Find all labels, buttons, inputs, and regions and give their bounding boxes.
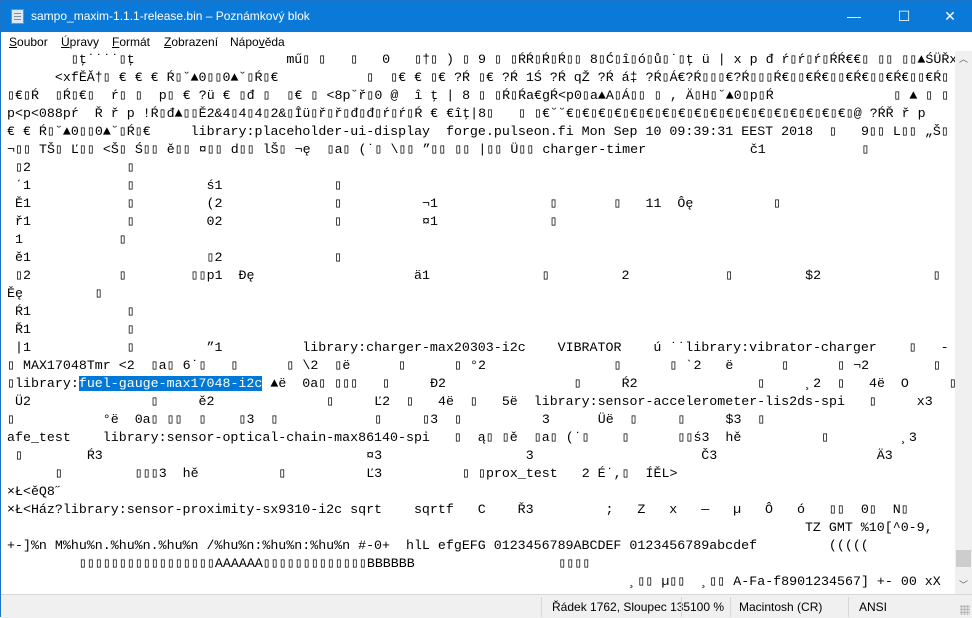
menu-napoveda[interactable]: Nápověda [230, 35, 285, 49]
text-line: ř1 ▯ 02 ▯ ¤1 ▯ [7, 214, 558, 229]
scroll-up-arrow-icon[interactable]: ︿ [955, 51, 972, 68]
cursor-position: Řádek 1762, Sloupec 135 [552, 600, 691, 614]
maximize-button[interactable]: ☐ [881, 1, 927, 32]
text-line: +-]%n M%hu%n.%hu%n.%hu%n /%hu%n:%hu%n:%h… [7, 538, 869, 553]
menu-format[interactable]: Formát [112, 35, 150, 49]
scroll-down-arrow-icon[interactable]: ﹀ [955, 577, 972, 594]
menu-label: ormát [119, 35, 151, 49]
text-line: ▯▯▯▯▯▯▯▯▯▯▯▯▯▯▯▯▯AAAAAA▯▯▯▯▯▯▯▯▯▯▯▯▯BBBB… [7, 556, 591, 571]
status-divider [681, 597, 682, 617]
status-divider [541, 597, 542, 617]
line-endings: Macintosh (CR) [739, 600, 823, 614]
vertical-scrollbar[interactable]: ︿ ﹀ [955, 51, 972, 594]
menu-accel: Ú [61, 35, 70, 49]
close-button[interactable]: ✕ [927, 1, 972, 32]
menu-label: obrazení [171, 35, 219, 49]
status-bar: Řádek 1762, Sloupec 135 100 % Macintosh … [1, 594, 972, 618]
text-line: ▯€▯Ŕ ▯Ŕ▯€▯ ŕ▯ ▯ p▯ € ?ü € ▯đ ▯ ▯€ ▯ <8p˘… [7, 88, 950, 103]
zoom-level: 100 % [690, 600, 725, 614]
menu-label: Nápo [230, 35, 259, 49]
text-line: p<p<088pŕ Ř ř p !Ŕ▯đ▲▯▯Ě2&4▯4▯4▯2&▯Îü▯ř▯… [7, 106, 955, 121]
text-line: ¬▯▯ TŠ▯ Ľ▯▯ <Š▯ Ś▯▯ ě▯▯ ¤▯▯ d▯▯ lŠ▯ ¬ę ▯… [7, 142, 870, 157]
notepad-icon [11, 9, 24, 24]
text-line: ¸▯▯ µ▯▯ ¸▯▯ A-Fa-f8901234567] +- 00 xX [7, 574, 941, 589]
text-line: ×Ł<ěQ8˝ [7, 484, 63, 499]
menu-label: oubor [17, 35, 48, 49]
status-divider [848, 597, 849, 617]
text-line-with-selection: ▯library:fuel-gauge-max17048-i2c ▲ë 0a▯ … [1, 375, 955, 393]
text-line: Ü2 ▯ ě2 ▯ Ľ2 ▯ 4ë ▯ 5ë library:sensor-ac… [7, 394, 933, 409]
minimize-button[interactable]: — [831, 1, 877, 32]
menu-label: ěda [264, 35, 285, 49]
menu-bar: Soubor Úpravy Formát Zobrazení Nápověda [1, 32, 972, 51]
text-line: TZ GMT %10[^0-9, [7, 520, 933, 535]
menu-soubor[interactable]: Soubor [9, 35, 48, 49]
text-line: ×Ł<Ház?library:sensor-proximity-sx9310-i… [7, 502, 909, 517]
text-line: ▯ Ŕ3 ¤3 3 Č3 Ä3 [7, 448, 893, 463]
text-line: Ěę ▯ [7, 286, 103, 301]
text-line: 1 ▯ [7, 232, 127, 247]
text-line: ▯2 ▯ ▯▯p1 Đę ä1 ▯ 2 ▯ $2 ▯ ▯▯h1 [7, 268, 955, 283]
status-divider [730, 597, 731, 617]
text-line: ě1 ▯2 ▯ [7, 250, 343, 265]
text-line: Ě1 ▯ (2 ▯ ¬1 ▯ ▯ 11 Ôę ▯ [7, 196, 782, 211]
resize-grip-icon[interactable] [960, 605, 970, 615]
encoding: ANSI [859, 600, 888, 614]
text-line: Ř1 ▯ [7, 322, 135, 337]
text-line: <xfĚĂ†▯ € € € Ŕ▯˘▲0▯▯0▲˘▯Ŕ▯€ ▯ ▯€ € ▯€ ?… [54, 70, 950, 85]
title-bar[interactable]: sampo_maxim-1.1.1-release.bin – Poznámko… [1, 1, 972, 32]
text-line: € € Ŕ▯˘▲0▯▯0▲˘▯Ŕ▯€ library:placeholder-u… [7, 124, 955, 139]
text-line: ˊ1 ▯ ś1 ▯ [7, 178, 343, 193]
text-segment: ▯library: [7, 376, 79, 391]
menu-label: pravy [69, 35, 100, 49]
text-line: ▯ ▯▯▯3 hě ▯ Ľ3 ▯ ▯prox_test 2 É˙,▯ ÍĚL> [7, 466, 678, 481]
text-line: ▯2 ▯ [7, 160, 135, 175]
text-line: |1 ▯ ”1 library:charger-max20303-i2c VIB… [7, 340, 949, 355]
menu-zobrazeni[interactable]: Zobrazení [164, 35, 218, 49]
menu-accel: S [9, 35, 18, 49]
text-line: ▯ °ë 0a▯ ▯▯ ▯ ▯3 ▯ ▯ ▯3 ▯ 3 Üë ▯ ▯ $3 ▯ [7, 412, 766, 427]
selected-text[interactable]: fuel-gauge-max17048-i2c [78, 376, 263, 391]
text-line: afe_test library:sensor-optical-chain-ma… [7, 430, 917, 445]
text-line: ▯ţ˙˙˙˙▯ţ mű▯ ▯ ▯ 0 ▯†▯ ) ▯ 9 ▯ ▯ŔŔ▯Ŕ▯Ŕ▯▯… [7, 52, 955, 67]
window-title: sampo_maxim-1.1.1-release.bin – Poznámko… [31, 9, 310, 23]
text-segment: ▲ë 0a▯ ▯▯▯ ▯ Đ2 ▯ Ŕ2 ▯ ¸2 ▯ 4ë O ▯ [262, 376, 955, 391]
text-line: ▯ MAX17048Tmr <2 ▯a▯ 6˙▯ ▯ ▯ \2 ▯ë ▯ ▯ °… [7, 358, 941, 373]
text-line: Ŕ1 ▯ [7, 304, 135, 319]
menu-upravy[interactable]: Úpravy [61, 35, 99, 49]
scrollbar-thumb[interactable] [956, 550, 971, 567]
text-editor[interactable]: ▯ţ˙˙˙˙▯ţ mű▯ ▯ ▯ 0 ▯†▯ ) ▯ 9 ▯ ▯ŔŔ▯Ŕ▯Ŕ▯▯… [1, 51, 955, 594]
